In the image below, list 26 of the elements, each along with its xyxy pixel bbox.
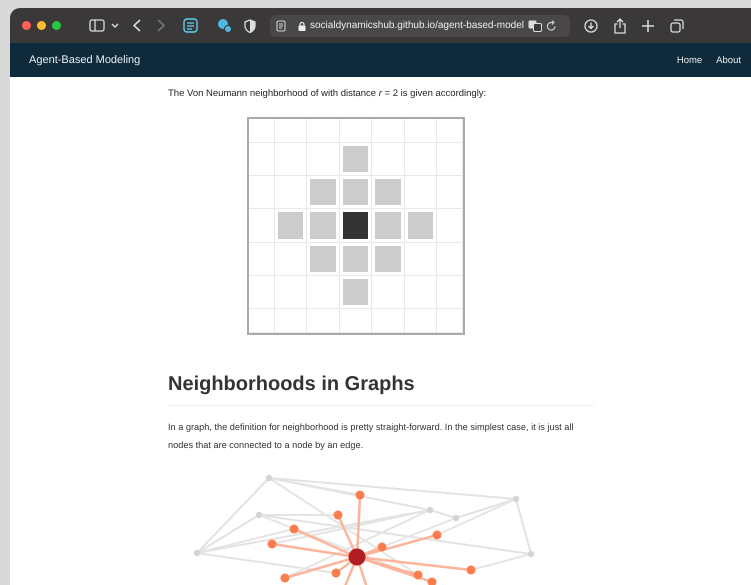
nav-link[interactable]: About: [716, 54, 741, 66]
close-window-icon[interactable]: [22, 21, 31, 30]
reload-icon[interactable]: [546, 20, 558, 32]
stack-icon[interactable]: [183, 18, 198, 33]
section-heading: Neighborhoods in Graphs: [168, 372, 416, 397]
nav-link[interactable]: Home: [676, 54, 702, 66]
minimize-window-icon[interactable]: [37, 21, 46, 30]
translate-icon[interactable]: [528, 20, 542, 32]
page-icon: [276, 20, 286, 32]
download-icon[interactable]: [584, 18, 598, 32]
new-tab-icon[interactable]: [642, 20, 654, 32]
back-icon[interactable]: [133, 19, 141, 32]
extension-icon[interactable]: [216, 18, 232, 33]
url-text: socialdynamicshub.github.io/agent-based-model: [310, 20, 524, 31]
forward-icon[interactable]: [157, 19, 165, 32]
sidebar-icon[interactable]: [89, 19, 105, 32]
shield-icon[interactable]: [244, 18, 256, 32]
lock-icon: [298, 20, 306, 30]
intro-text: The Von Neumann neighborhood of with distance r = 2 is given accordingly:: [168, 87, 488, 101]
zoom-window-icon[interactable]: [52, 21, 61, 30]
address-bar[interactable]: socialdynamicshub.github.io/agent-based-model: [270, 14, 570, 36]
share-icon[interactable]: [614, 18, 626, 34]
paragraph-text: In a graph, the definition for neighborhood is pretty straight-forward. In the simplest case, it is just all nodes that are connected to a node by an edge.: [168, 421, 574, 452]
site-title-link[interactable]: Agent-Based Modeling: [29, 54, 140, 66]
tabs-overview-icon[interactable]: [670, 18, 684, 32]
chevron-down-icon[interactable]: [111, 22, 119, 28]
